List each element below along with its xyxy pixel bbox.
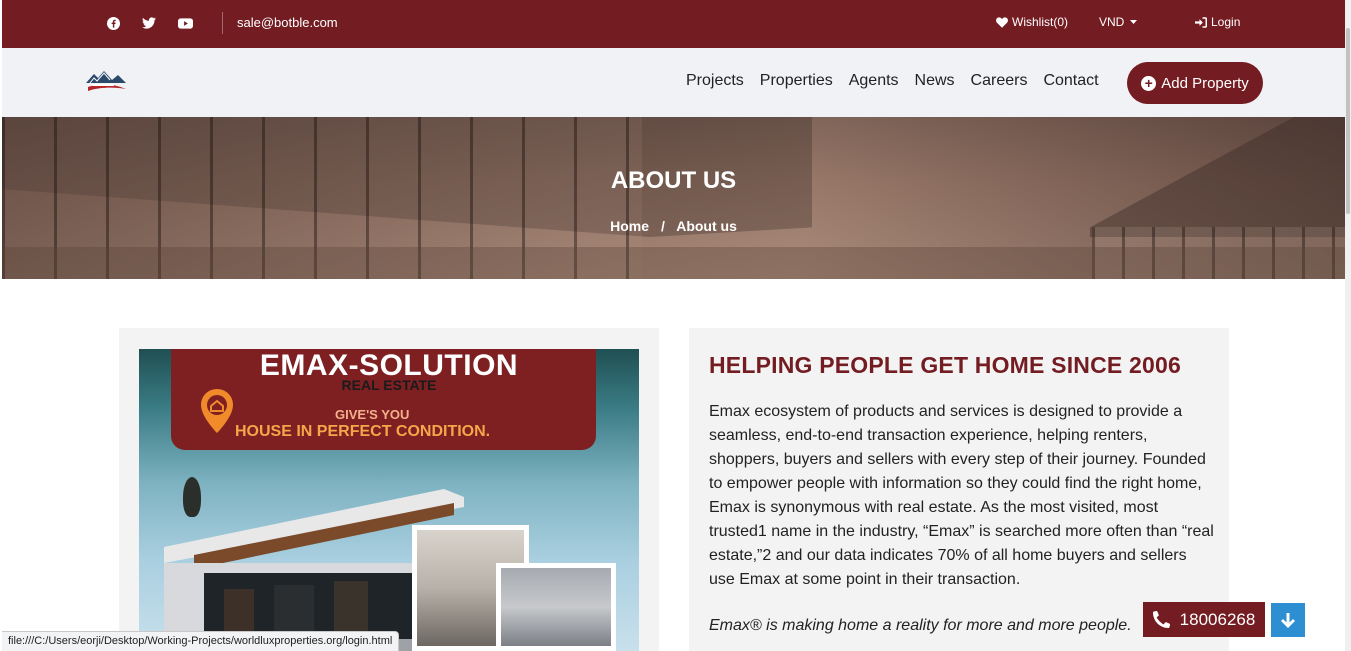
about-tagline: Emax® is making home a reality for more … [709, 617, 1132, 634]
location-pin-icon [201, 389, 233, 433]
phone-icon [1152, 611, 1170, 628]
plus-circle-icon: + [1141, 75, 1157, 91]
banner-floor [2, 247, 1345, 279]
breadcrumb-current: About us [676, 218, 737, 234]
sign-in-icon [1195, 16, 1207, 28]
about-heading: HELPING PEOPLE GET HOME SINCE 2006 [709, 352, 1182, 378]
arrow-down-icon [1281, 612, 1295, 628]
promo-interior-photo-2 [496, 563, 616, 651]
youtube-icon[interactable] [177, 15, 193, 31]
contact-email[interactable]: sale@botble.com [237, 15, 338, 30]
wishlist-link[interactable]: Wishlist(0) [996, 15, 1068, 29]
heart-icon [996, 16, 1008, 28]
add-property-label: Add Property [1161, 74, 1249, 92]
topbar-divider [222, 12, 223, 34]
call-button[interactable]: 18006268 [1143, 602, 1265, 637]
twitter-icon[interactable] [141, 15, 157, 31]
nav-contact[interactable]: Contact [1043, 72, 1098, 90]
caret-down-icon [1130, 20, 1138, 24]
currency-dropdown[interactable]: VND [1099, 15, 1138, 29]
promo-image: EMAX-SOLUTION REAL ESTATE GIVE'S YOU HOU… [139, 349, 639, 651]
page-title: ABOUT US [610, 167, 737, 194]
top-bar: sale@botble.com Wishlist(0) VND Login [2, 0, 1345, 48]
nav-projects[interactable]: Projects [686, 72, 744, 90]
login-label: Login [1211, 15, 1241, 29]
nav-news[interactable]: News [915, 72, 955, 90]
about-paragraph: Emax ecosystem of products and services … [709, 403, 1214, 588]
breadcrumb: Home / About us [2, 218, 1345, 234]
page: sale@botble.com Wishlist(0) VND Login Pr… [0, 0, 1351, 651]
currency-label: VND [1099, 15, 1125, 29]
social-links [105, 15, 193, 31]
primary-nav: Projects Properties Agents News Careers … [686, 72, 1099, 90]
main-navbar: Projects Properties Agents News Careers … [2, 48, 1345, 117]
facebook-icon[interactable] [105, 15, 121, 31]
scroll-down-button[interactable] [1271, 603, 1305, 637]
promo-line2: HOUSE IN PERFECT CONDITION. [235, 423, 491, 440]
page-scrollbar[interactable] [1345, 0, 1351, 651]
wishlist-label: Wishlist(0) [1012, 15, 1068, 29]
phone-number: 18006268 [1179, 609, 1256, 629]
scrollbar-thumb[interactable] [1346, 28, 1350, 214]
nav-properties[interactable]: Properties [760, 72, 833, 90]
page-banner: ABOUT US Home / About us [2, 117, 1345, 279]
breadcrumb-separator: / [660, 218, 665, 234]
add-property-button[interactable]: + Add Property [1127, 62, 1263, 104]
browser-status-bar: file:///C:/Users/eorji/Desktop/Working-P… [2, 631, 400, 651]
site-logo[interactable] [84, 67, 128, 95]
nav-agents[interactable]: Agents [849, 72, 899, 90]
promo-line1: GIVE'S YOU [335, 407, 410, 422]
breadcrumb-home[interactable]: Home [610, 218, 649, 234]
login-link[interactable]: Login [1195, 15, 1240, 29]
nav-careers[interactable]: Careers [971, 72, 1028, 90]
